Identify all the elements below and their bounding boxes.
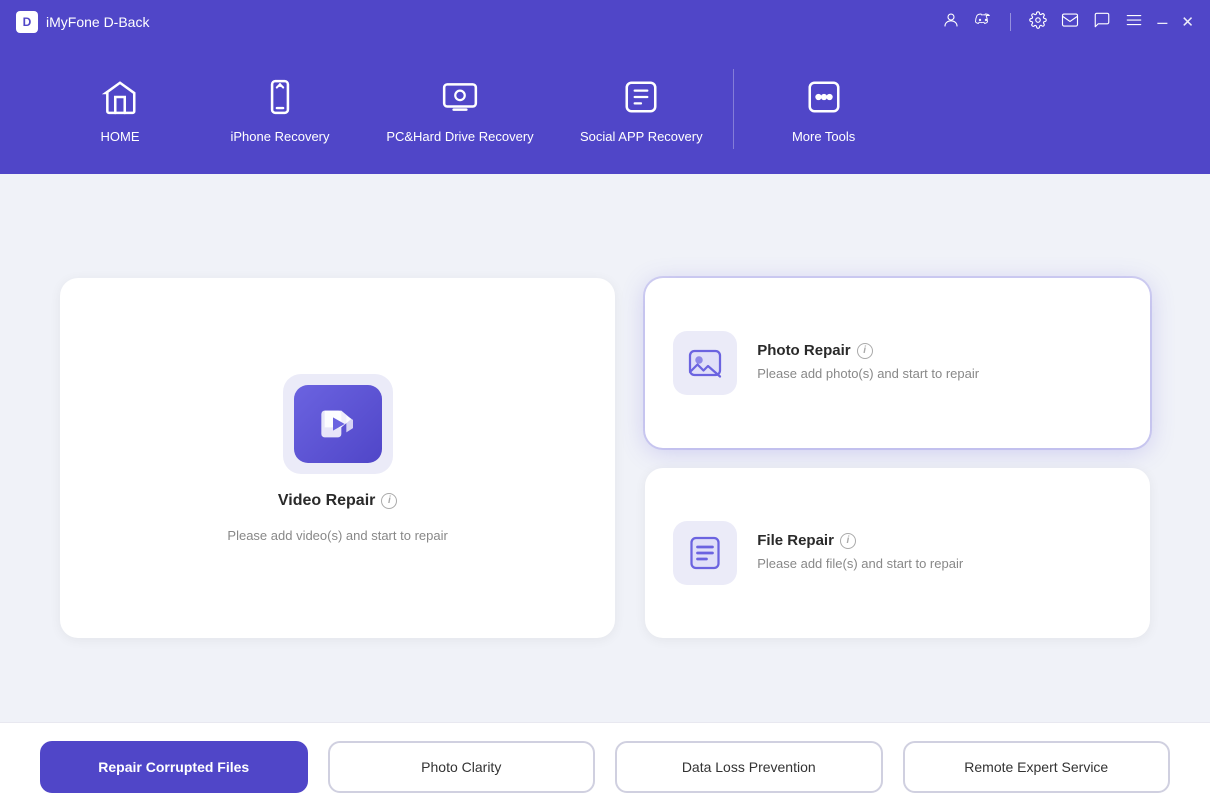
- main-content: Video Repair i Please add video(s) and s…: [0, 174, 1210, 722]
- file-icon: [687, 535, 723, 571]
- photo-repair-icon-bg: [673, 331, 737, 395]
- video-play-icon: [318, 404, 358, 444]
- bottom-bar: Repair Corrupted Files Photo Clarity Dat…: [0, 722, 1210, 810]
- photo-repair-title: Photo Repair: [757, 342, 850, 359]
- social-icon: [619, 75, 663, 119]
- cards-container: Video Repair i Please add video(s) and s…: [60, 214, 1150, 702]
- nav-pc-recovery[interactable]: PC&Hard Drive Recovery: [360, 65, 560, 154]
- nav-more-tools[interactable]: More Tools: [744, 65, 904, 154]
- file-repair-info[interactable]: i: [840, 533, 856, 549]
- video-repair-card[interactable]: Video Repair i Please add video(s) and s…: [60, 278, 615, 638]
- remote-expert-button[interactable]: Remote Expert Service: [903, 741, 1171, 793]
- photo-clarity-button[interactable]: Photo Clarity: [328, 741, 596, 793]
- titlebar-actions: – ✕: [942, 11, 1194, 34]
- settings-icon[interactable]: [1029, 11, 1047, 34]
- file-repair-text: File Repair i Please add file(s) and sta…: [757, 532, 963, 573]
- video-repair-desc: Please add video(s) and start to repair: [227, 528, 447, 543]
- nav-iphone-label: iPhone Recovery: [231, 129, 330, 144]
- nav-bar: HOME iPhone Recovery PC&Hard Drive Recov…: [0, 44, 1210, 174]
- data-loss-button[interactable]: Data Loss Prevention: [615, 741, 883, 793]
- file-repair-card[interactable]: File Repair i Please add file(s) and sta…: [645, 468, 1150, 638]
- nav-more-label: More Tools: [792, 129, 855, 144]
- close-button[interactable]: ✕: [1181, 13, 1194, 31]
- photo-repair-title-row: Photo Repair i: [757, 342, 979, 359]
- nav-home[interactable]: HOME: [40, 65, 200, 154]
- nav-social-recovery[interactable]: Social APP Recovery: [560, 65, 723, 154]
- pc-icon: [438, 75, 482, 119]
- right-cards: Photo Repair i Please add photo(s) and s…: [645, 278, 1150, 638]
- person-icon[interactable]: [942, 11, 960, 34]
- nav-pc-label: PC&Hard Drive Recovery: [386, 129, 533, 144]
- video-repair-info[interactable]: i: [381, 493, 397, 509]
- video-repair-title-row: Video Repair i: [278, 492, 398, 510]
- nav-social-label: Social APP Recovery: [580, 129, 703, 144]
- title-bar: D iMyFone D-Back – ✕: [0, 0, 1210, 44]
- app-title: iMyFone D-Back: [46, 14, 149, 30]
- minimize-button[interactable]: –: [1157, 13, 1167, 31]
- mail-icon[interactable]: [1061, 11, 1079, 34]
- home-icon: [98, 75, 142, 119]
- file-repair-desc: Please add file(s) and start to repair: [757, 555, 963, 573]
- nav-divider: [733, 69, 734, 149]
- video-icon-inner: [294, 385, 382, 463]
- video-icon-bg: [283, 374, 393, 474]
- repair-corrupted-button[interactable]: Repair Corrupted Files: [40, 741, 308, 793]
- divider: [1010, 13, 1011, 31]
- photo-repair-text: Photo Repair i Please add photo(s) and s…: [757, 342, 979, 383]
- chat-icon[interactable]: [1093, 11, 1111, 34]
- video-repair-title: Video Repair: [278, 492, 376, 510]
- menu-icon[interactable]: [1125, 11, 1143, 34]
- photo-repair-card[interactable]: Photo Repair i Please add photo(s) and s…: [645, 278, 1150, 448]
- photo-repair-desc: Please add photo(s) and start to repair: [757, 365, 979, 383]
- photo-repair-info[interactable]: i: [857, 343, 873, 359]
- app-title-group: D iMyFone D-Back: [16, 11, 149, 33]
- nav-iphone-recovery[interactable]: iPhone Recovery: [200, 65, 360, 154]
- discord-icon[interactable]: [974, 11, 992, 34]
- file-repair-title: File Repair: [757, 532, 834, 549]
- more-tools-icon: [802, 75, 846, 119]
- app-logo: D: [16, 11, 38, 33]
- iphone-icon: [258, 75, 302, 119]
- file-repair-icon-bg: [673, 521, 737, 585]
- photo-icon: [687, 345, 723, 381]
- file-repair-title-row: File Repair i: [757, 532, 963, 549]
- nav-home-label: HOME: [101, 129, 140, 144]
